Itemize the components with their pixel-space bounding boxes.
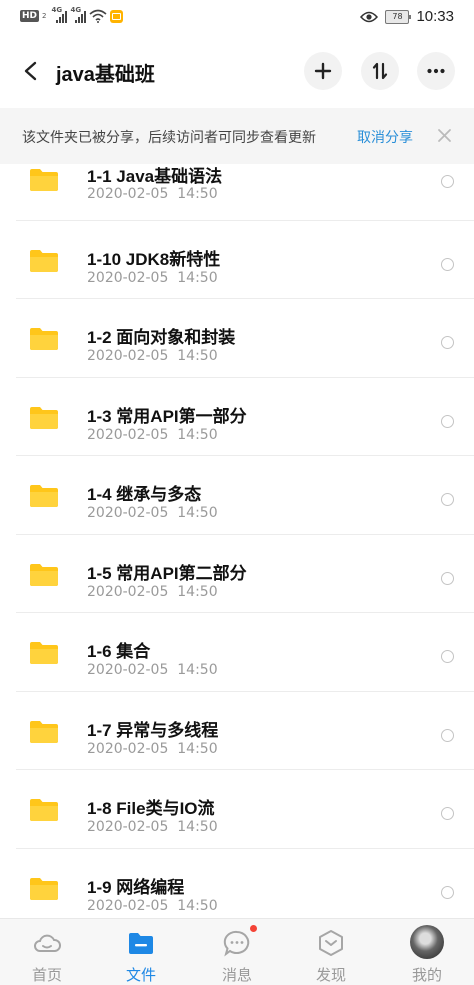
folder-icon	[30, 406, 58, 429]
file-name: 1-9 网络编程	[87, 877, 185, 897]
file-date: 2020-02-05 14:50	[87, 186, 218, 202]
folder-icon	[30, 485, 58, 507]
select-radio[interactable]	[441, 885, 454, 899]
file-name: 1-8 File类与IO流	[87, 799, 215, 818]
file-date: 2020-02-05 14:50	[87, 426, 218, 443]
nav-files-label: 文件	[125, 966, 156, 984]
hd-sub: 2	[42, 12, 47, 20]
bottom-nav: 首页 文件 消息 发现 我的	[0, 918, 474, 985]
select-radio[interactable]	[441, 414, 454, 428]
select-radio[interactable]	[441, 336, 454, 349]
nav-messages[interactable]: 消息	[190, 919, 284, 985]
signal-icon: 4G	[70, 6, 87, 23]
add-button[interactable]	[304, 52, 342, 90]
folder-icon	[30, 799, 58, 821]
file-name: 1-4 继承与多态	[87, 485, 202, 504]
nav-mine-label: 我的	[411, 966, 442, 984]
status-bar: HD 2 4G 4G 78 10:33	[0, 0, 474, 36]
avatar	[410, 925, 444, 959]
file-row[interactable]: 1-5 常用API第二部分 2020-02-05 14:50	[0, 535, 474, 613]
sort-icon	[372, 62, 388, 80]
back-icon[interactable]	[20, 60, 42, 82]
nav-mine[interactable]: 我的	[380, 919, 474, 985]
select-radio[interactable]	[441, 650, 454, 663]
nav-home[interactable]: 首页	[0, 919, 94, 985]
file-name: 1-3 常用API第一部分	[87, 406, 247, 426]
file-row[interactable]: 1-9 网络编程 2020-02-05 14:50	[0, 849, 474, 919]
file-date: 2020-02-05 14:50	[87, 269, 218, 286]
file-row[interactable]: 1-2 面向对象和封装 2020-02-05 14:50	[0, 299, 474, 378]
cloud-icon	[34, 934, 61, 952]
more-icon	[427, 68, 445, 74]
header: java基础班	[0, 36, 474, 108]
select-radio[interactable]	[441, 728, 454, 742]
file-date: 2020-02-05 14:50	[87, 819, 218, 835]
folder-icon	[129, 933, 153, 954]
notification-app-icon	[110, 9, 124, 23]
file-date: 2020-02-05 14:50	[87, 897, 218, 914]
folder-icon	[30, 169, 58, 191]
nav-discover-label: 发现	[315, 966, 346, 984]
folder-icon	[30, 877, 58, 900]
folder-icon	[30, 249, 58, 272]
select-radio[interactable]	[441, 571, 454, 585]
select-radio[interactable]	[441, 175, 454, 188]
file-date: 2020-02-05 14:50	[87, 505, 218, 521]
file-name: 1-2 面向对象和封装	[87, 328, 236, 347]
folder-icon	[30, 642, 58, 664]
battery-icon: 78	[385, 9, 412, 24]
status-left: HD 2 4G 4G	[20, 6, 124, 23]
file-name: 1-5 常用API第二部分	[87, 563, 247, 583]
page-title: java基础班	[56, 64, 155, 86]
nav-messages-label: 消息	[221, 966, 252, 984]
signal-icon: 4G	[51, 6, 68, 23]
clock: 10:33	[416, 8, 454, 25]
chat-icon	[223, 930, 250, 957]
file-date: 2020-02-05 14:50	[87, 348, 218, 364]
file-name: 1-6 集合	[87, 642, 151, 661]
eye-comfort-icon	[360, 11, 379, 22]
nav-discover[interactable]: 发现	[284, 919, 378, 985]
file-date: 2020-02-05 14:50	[87, 583, 218, 600]
file-row[interactable]: 1-4 继承与多态 2020-02-05 14:50	[0, 456, 474, 535]
file-row[interactable]: 1-8 File类与IO流 2020-02-05 14:50	[0, 770, 474, 849]
notification-badge	[250, 925, 257, 932]
file-name: 1-1 Java基础语法	[87, 167, 223, 186]
file-date: 2020-02-05 14:50	[87, 740, 218, 757]
plus-icon	[314, 62, 332, 80]
hd-badge: HD	[20, 10, 40, 22]
select-radio[interactable]	[441, 807, 454, 820]
nav-home-label: 首页	[31, 966, 62, 984]
file-row[interactable]: 1-1 Java基础语法 2020-02-05 14:50	[0, 142, 474, 221]
file-name: 1-7 异常与多线程	[87, 720, 219, 740]
file-row[interactable]: 1-3 常用API第一部分 2020-02-05 14:50	[0, 378, 474, 456]
file-list: 1-1 Java基础语法 2020-02-05 14:50 1-10 JDK8新特性…	[0, 142, 474, 918]
file-row[interactable]: 1-7 异常与多线程 2020-02-05 14:50	[0, 692, 474, 770]
folder-icon	[30, 720, 58, 743]
select-radio[interactable]	[441, 493, 454, 506]
more-button[interactable]	[417, 52, 455, 90]
select-radio[interactable]	[441, 257, 454, 271]
file-row[interactable]: 1-10 JDK8新特性 2020-02-05 14:50	[0, 221, 474, 299]
close-icon[interactable]	[437, 128, 452, 143]
wifi-icon	[89, 9, 108, 23]
status-right: 78 10:33	[360, 8, 454, 25]
file-name: 1-10 JDK8新特性	[87, 249, 221, 269]
nav-files[interactable]: 文件	[94, 919, 188, 985]
folder-icon	[30, 563, 58, 586]
sort-button[interactable]	[361, 52, 399, 90]
file-date: 2020-02-05 14:50	[87, 662, 218, 678]
file-row[interactable]: 1-6 集合 2020-02-05 14:50	[0, 613, 474, 692]
compass-icon	[319, 930, 343, 956]
folder-icon	[30, 328, 58, 350]
